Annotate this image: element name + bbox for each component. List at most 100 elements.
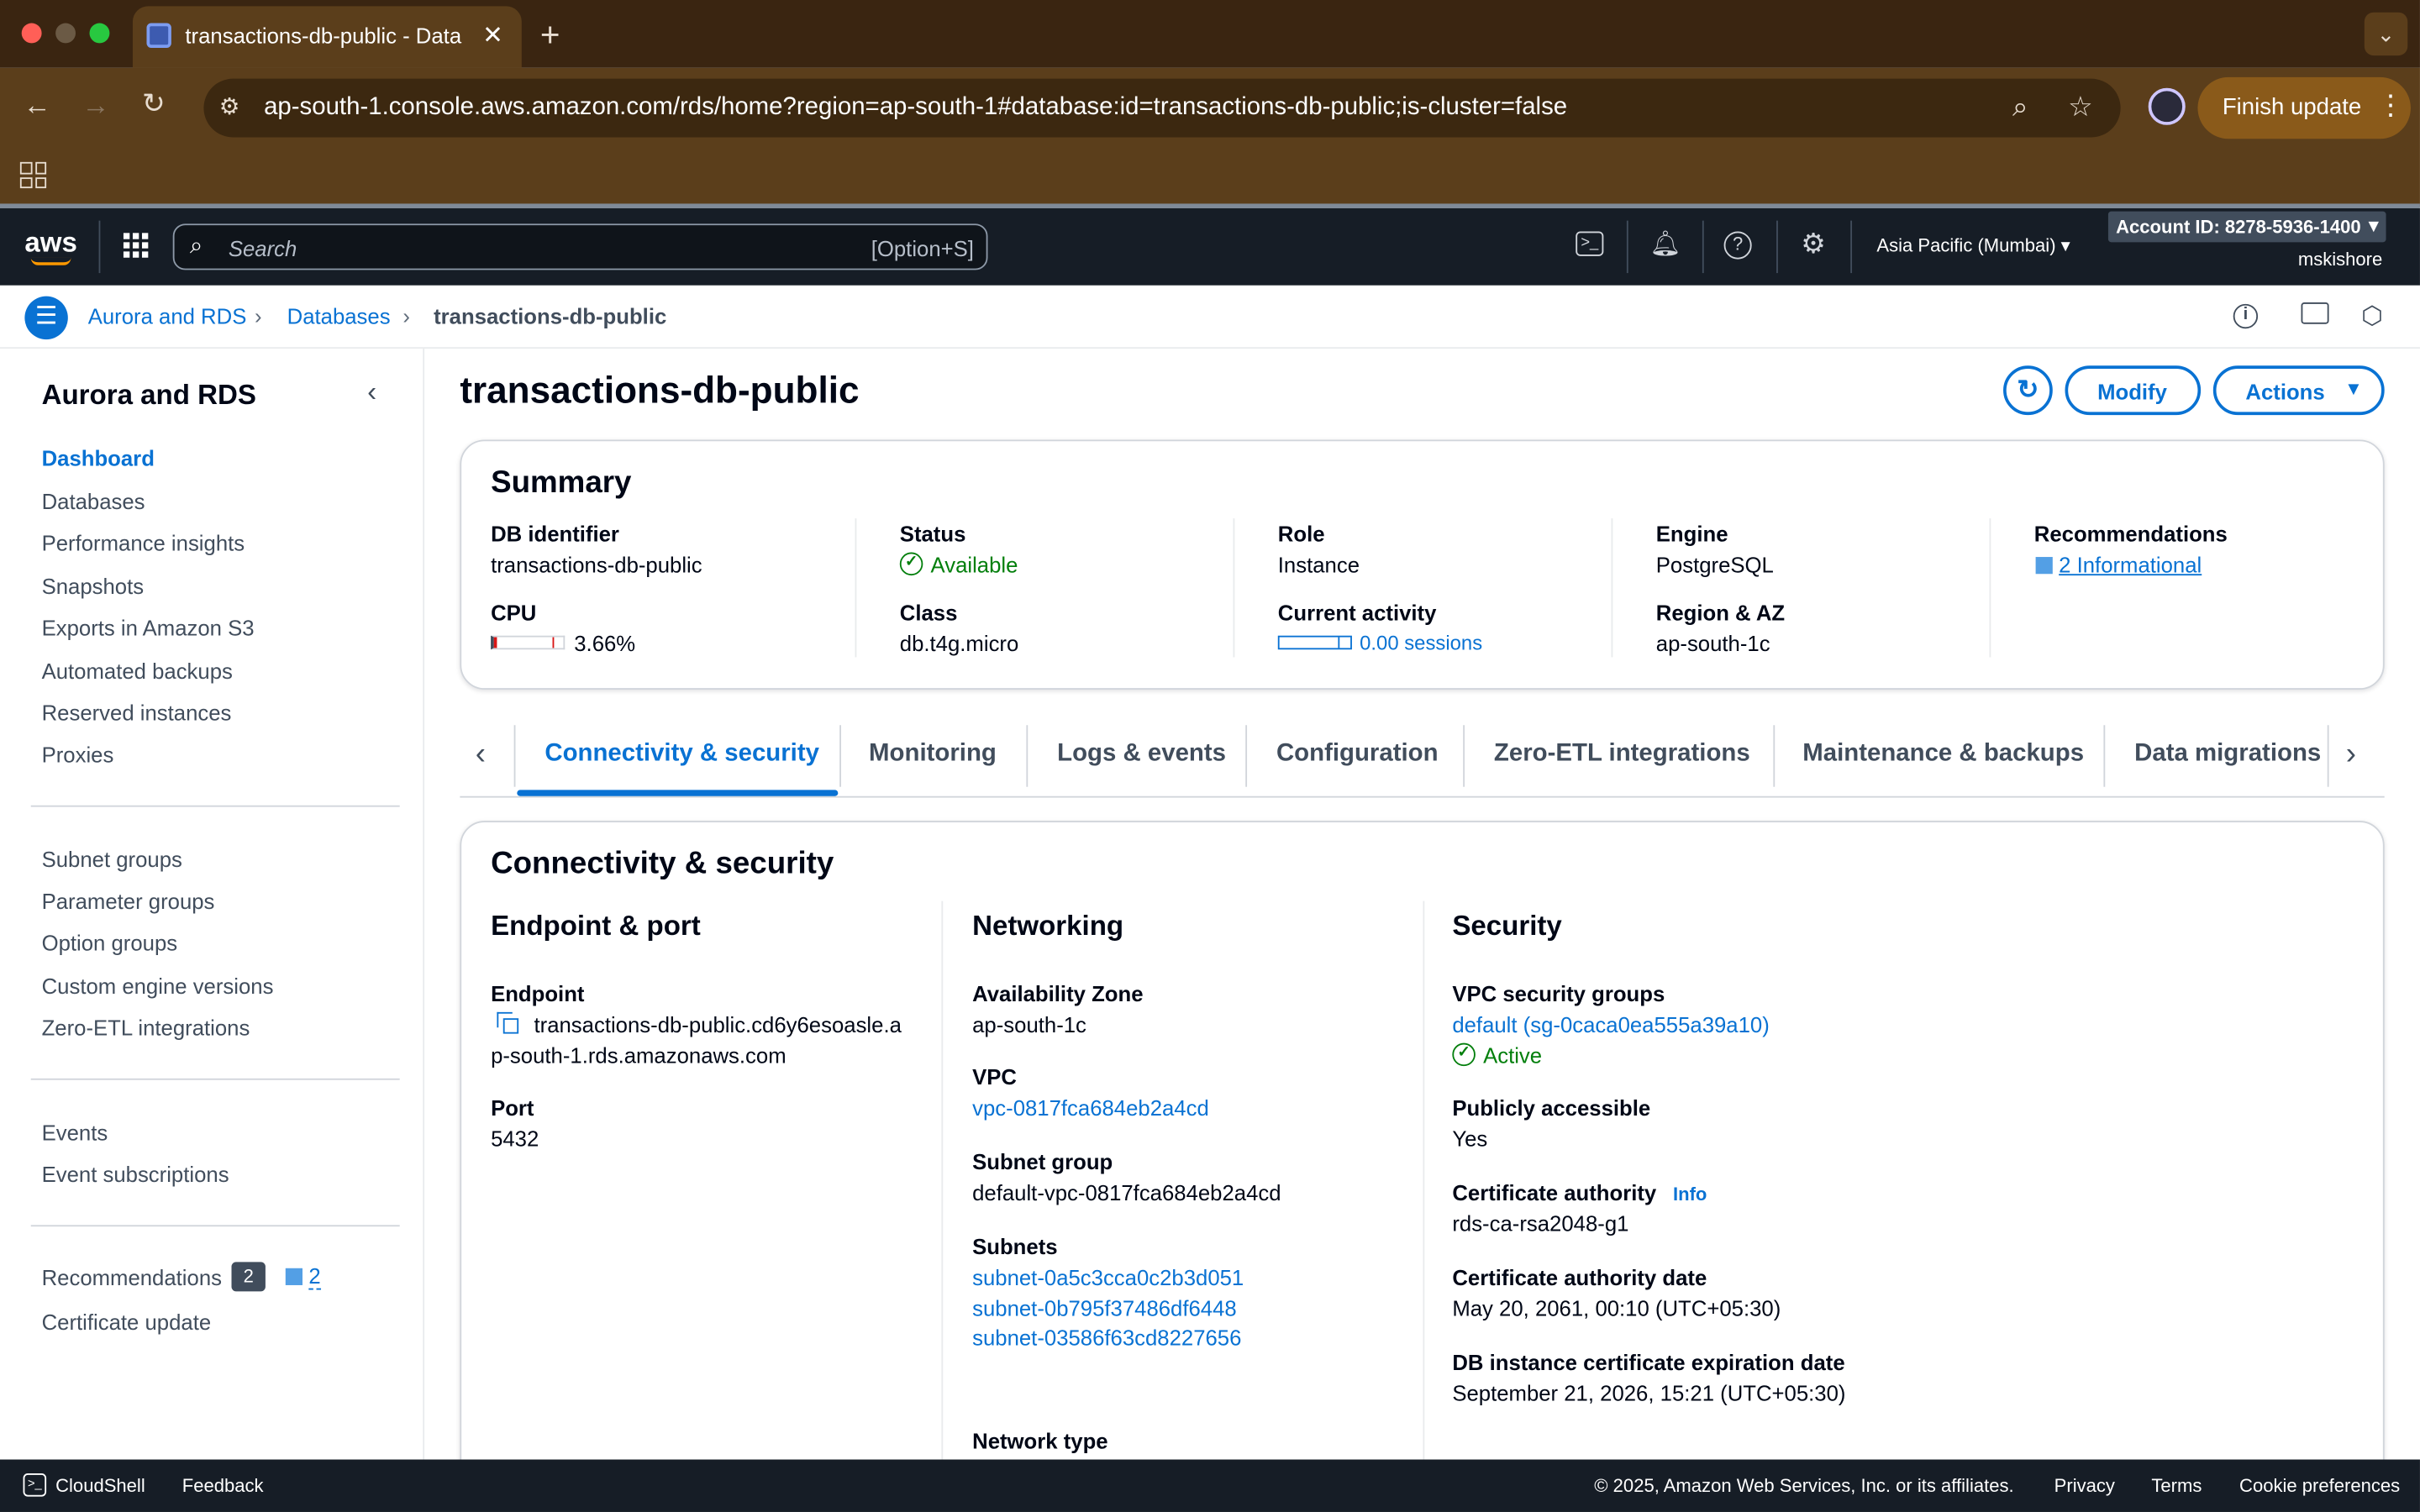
vpc-link[interactable]: vpc-0817fca684eb2a4cd — [972, 1095, 1209, 1120]
ca-info-link[interactable]: Info — [1673, 1184, 1707, 1205]
collapse-nav-icon[interactable]: ‹ — [367, 376, 376, 409]
finish-update-button[interactable]: Finish update ⋮ — [2197, 76, 2411, 139]
tab-search-icon[interactable]: ⌄ — [2364, 12, 2408, 56]
nav-recommendations[interactable]: Recommendations — [42, 1265, 222, 1289]
info-panel-icon[interactable]: i — [2233, 303, 2259, 329]
tabs-scroll-left-icon[interactable]: ‹ — [476, 738, 486, 773]
tab-connectivity-security[interactable]: Connectivity & security — [544, 741, 819, 769]
nav-databases[interactable]: Databases — [42, 489, 145, 513]
close-tab-icon[interactable]: ✕ — [482, 20, 503, 51]
nav-parameter-groups[interactable]: Parameter groups — [42, 889, 215, 913]
nav-event-subscriptions[interactable]: Event subscriptions — [42, 1162, 229, 1186]
bookmark-star-icon[interactable]: ☆ — [2068, 91, 2093, 123]
region-label: Region & AZ — [1655, 600, 1786, 625]
tab-divider — [1245, 725, 1248, 787]
zoom-icon[interactable]: ⌕ — [2012, 91, 2028, 123]
reload-icon[interactable]: ↻ — [142, 88, 166, 121]
tutorials-icon[interactable] — [2301, 302, 2329, 324]
nav-snapshots[interactable]: Snapshots — [42, 574, 145, 598]
actions-button[interactable]: Actions ▼ — [2212, 365, 2385, 416]
breadcrumb-databases[interactable]: Databases — [287, 304, 391, 328]
notifications-panel-icon[interactable]: ⬡ — [2361, 301, 2383, 332]
side-nav-toggle-icon[interactable]: ☰ — [24, 296, 68, 340]
tab-divider — [1026, 725, 1028, 787]
nav-custom-engine-versions[interactable]: Custom engine versions — [42, 974, 274, 998]
copy-icon[interactable] — [497, 1011, 519, 1034]
notifications-bell-icon[interactable]: 🔔︎ — [1649, 228, 1681, 260]
feedback-button[interactable]: Feedback — [182, 1475, 264, 1497]
nav-subnet-groups[interactable]: Subnet groups — [42, 847, 182, 871]
db-identifier-value: transactions-db-public — [491, 552, 702, 577]
current-activity-link[interactable]: 0.00 sessions — [1360, 631, 1482, 654]
tab-maintenance-backups[interactable]: Maintenance & backups — [1802, 741, 2084, 769]
maximize-window-button[interactable] — [89, 23, 110, 44]
site-info-icon[interactable]: ⚙ — [219, 92, 240, 120]
help-icon[interactable]: ? — [1723, 231, 1752, 260]
breadcrumb-bar: ☰ Aurora and RDS › Databases › transacti… — [0, 285, 2420, 349]
account-menu[interactable]: Account ID: 8278-5936-1400 ▾ — [2107, 211, 2386, 243]
subnet-link[interactable]: subnet-0b795f37486df6448 — [972, 1296, 1237, 1320]
tab-data-migrations[interactable]: Data migrations — [2134, 741, 2326, 769]
nav-performance-insights[interactable]: Performance insights — [42, 531, 245, 555]
nav-events[interactable]: Events — [42, 1120, 108, 1144]
nav-dashboard[interactable]: Dashboard — [42, 446, 155, 470]
tab-monitoring[interactable]: Monitoring — [869, 741, 997, 769]
nav-zero-etl[interactable]: Zero-ETL integrations — [42, 1016, 250, 1040]
status-label: Status — [899, 521, 966, 547]
breadcrumb-aurora-rds[interactable]: Aurora and RDS — [88, 304, 247, 328]
back-icon[interactable]: ← — [24, 90, 51, 123]
tab-title: transactions-db-public - Data — [185, 23, 462, 48]
profile-avatar[interactable] — [2148, 87, 2186, 125]
tab-zero-etl[interactable]: Zero-ETL integrations — [1494, 741, 1750, 769]
tabs-scroll-right-icon[interactable]: › — [2346, 738, 2356, 773]
browser-tab[interactable]: transactions-db-public - Data ✕ — [132, 6, 522, 68]
settings-gear-icon[interactable]: ⚙ — [1798, 228, 1829, 260]
nav-option-groups[interactable]: Option groups — [42, 931, 178, 955]
recommendations-info-count[interactable]: 2 — [308, 1263, 321, 1290]
activity-bar — [1277, 635, 1352, 650]
browser-menu-icon[interactable]: ⋮ — [2377, 90, 2405, 123]
minimize-window-button[interactable] — [55, 23, 76, 44]
refresh-icon[interactable]: ↻ — [2003, 365, 2053, 416]
engine-value: PostgreSQL — [1655, 552, 1774, 577]
terms-link[interactable]: Terms — [2151, 1475, 2202, 1497]
nav-certificate-update[interactable]: Certificate update — [42, 1310, 212, 1334]
forward-icon[interactable]: → — [82, 90, 109, 123]
copyright-text: © 2025, Amazon Web Services, Inc. or its… — [1594, 1474, 2014, 1497]
address-bar[interactable]: ⚙ ap-south-1.console.aws.amazon.com/rds/… — [203, 78, 2121, 138]
region-selector[interactable]: Asia Pacific (Mumbai) ▾ — [1876, 234, 2070, 256]
nav-reserved-instances[interactable]: Reserved instances — [42, 701, 232, 725]
security-heading: Security — [1452, 910, 1562, 942]
column-divider — [1989, 518, 1991, 658]
cloudshell-icon[interactable]: >_ — [1576, 231, 1604, 256]
recommendations-count-badge: 2 — [231, 1262, 266, 1292]
role-label: Role — [1277, 521, 1325, 547]
nav-automated-backups[interactable]: Automated backups — [42, 659, 233, 683]
close-window-button[interactable] — [21, 23, 42, 44]
subnet-group-value: default-vpc-0817fca684eb2a4cd — [972, 1180, 1281, 1205]
security-group-link[interactable]: default (sg-0caca0ea555a39a10) — [1452, 1012, 1769, 1037]
modify-button[interactable]: Modify — [2065, 365, 2202, 416]
nav-proxies[interactable]: Proxies — [42, 742, 114, 766]
user-name[interactable]: mskishore — [2298, 249, 2382, 270]
search-input[interactable]: ⌕ Search [Option+S] — [172, 223, 988, 270]
cloudshell-button[interactable]: CloudShell — [55, 1475, 145, 1497]
privacy-link[interactable]: Privacy — [2054, 1475, 2115, 1497]
tab-logs-events[interactable]: Logs & events — [1057, 741, 1226, 769]
nav-exports-s3[interactable]: Exports in Amazon S3 — [42, 616, 255, 640]
tab-configuration[interactable]: Configuration — [1276, 741, 1439, 769]
subnet-link[interactable]: subnet-0a5c3cca0c2b3d051 — [972, 1265, 1244, 1289]
new-tab-icon[interactable]: + — [540, 15, 560, 55]
summary-title: Summary — [491, 465, 632, 501]
tab-groups-icon[interactable] — [19, 161, 47, 189]
column-divider — [1423, 900, 1425, 1460]
subnet-link[interactable]: subnet-03586f63cd8227656 — [972, 1326, 1241, 1350]
aws-logo[interactable]: aws — [24, 227, 77, 260]
tab-divider — [839, 725, 842, 787]
cookie-preferences-link[interactable]: Cookie preferences — [2239, 1475, 2400, 1497]
tabs-baseline — [460, 795, 2385, 798]
services-menu-icon[interactable] — [123, 233, 149, 258]
ca-label: Certificate authority — [1452, 1180, 1657, 1205]
cloudshell-icon[interactable]: >_ — [23, 1473, 47, 1497]
recommendations-link[interactable]: 2 Informational — [2059, 553, 2202, 577]
